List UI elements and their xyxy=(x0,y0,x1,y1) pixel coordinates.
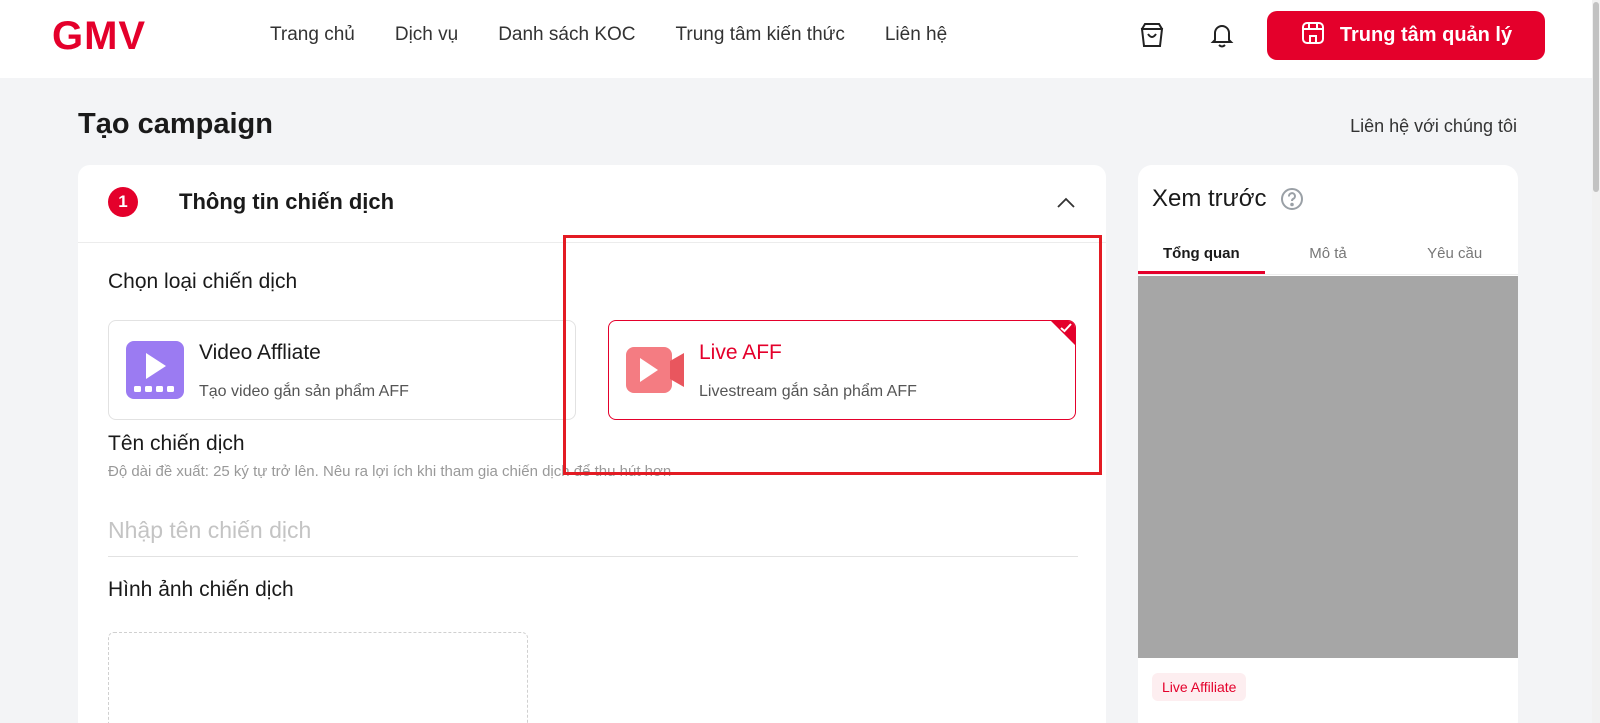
camera-play-icon xyxy=(624,339,686,401)
campaign-form-card: 1 Thông tin chiến dịch Chọn loại chiến d… xyxy=(78,165,1106,723)
shopping-bag-icon[interactable] xyxy=(1137,20,1167,50)
type-video-desc: Tạo video gắn sản phẩm AFF xyxy=(199,383,409,400)
type-video-title: Video Affliate xyxy=(199,341,321,364)
campaign-type-tag: Live Affiliate xyxy=(1152,673,1247,701)
tab-description[interactable]: Mô tả xyxy=(1265,233,1392,274)
question-circle-icon[interactable] xyxy=(1280,187,1304,211)
campaign-type-video[interactable]: Video Affliate Tạo video gắn sản phẩm AF… xyxy=(108,320,576,420)
campaign-name-input[interactable] xyxy=(108,505,1078,557)
preview-tabs: Tổng quan Mô tả Yêu cầu xyxy=(1138,233,1518,275)
campaign-name-hint: Độ dài đề xuất: 25 ký tự trở lên. Nêu ra… xyxy=(108,463,672,480)
step-number-badge: 1 xyxy=(108,187,138,217)
type-live-title: Live AFF xyxy=(699,341,782,364)
bell-icon[interactable] xyxy=(1207,20,1237,50)
scroll-thumb[interactable] xyxy=(1593,2,1599,192)
campaign-image-label: Hình ảnh chiến dịch xyxy=(108,578,294,601)
preview-image-placeholder xyxy=(1138,276,1518,658)
nav-home[interactable]: Trang chủ xyxy=(270,24,355,46)
step-header[interactable]: 1 Thông tin chiến dịch xyxy=(78,165,1106,243)
tab-requirements[interactable]: Yêu cầu xyxy=(1391,233,1518,274)
store-icon xyxy=(1300,20,1326,52)
campaign-name-label: Tên chiến dịch xyxy=(108,432,245,455)
step-title: Thông tin chiến dịch xyxy=(179,189,395,214)
campaign-type-live[interactable]: Live AFF Livestream gắn sản phẩm AFF xyxy=(608,320,1076,420)
top-header: GMV Trang chủ Dịch vụ Danh sách KOC Trun… xyxy=(0,0,1600,78)
manage-center-button[interactable]: Trung tâm quản lý xyxy=(1267,11,1545,60)
nav-services[interactable]: Dịch vụ xyxy=(395,24,458,46)
gmv-logo[interactable]: GMV xyxy=(52,14,146,59)
page-title: Tạo campaign xyxy=(78,108,273,140)
main-nav: Trang chủ Dịch vụ Danh sách KOC Trung tâ… xyxy=(270,24,947,46)
check-icon xyxy=(1060,323,1072,333)
manage-center-label: Trung tâm quản lý xyxy=(1339,24,1513,46)
nav-contact[interactable]: Liên hệ xyxy=(885,24,947,46)
preview-title: Xem trước xyxy=(1152,185,1267,212)
contact-us-link[interactable]: Liên hệ với chúng tôi xyxy=(1350,116,1517,137)
page-scrollbar[interactable] xyxy=(1592,0,1600,723)
type-live-desc: Livestream gắn sản phẩm AFF xyxy=(699,383,917,400)
nav-koc-list[interactable]: Danh sách KOC xyxy=(498,24,635,46)
nav-knowledge-center[interactable]: Trung tâm kiến thức xyxy=(676,24,845,46)
tab-overview[interactable]: Tổng quan xyxy=(1138,233,1265,274)
preview-card: Xem trước Tổng quan Mô tả Yêu cầu Live A… xyxy=(1138,165,1518,723)
image-upload-area[interactable] xyxy=(108,632,528,723)
chevron-up-icon[interactable] xyxy=(1054,191,1078,215)
video-play-icon xyxy=(124,339,186,401)
campaign-type-label: Chọn loại chiến dịch xyxy=(108,270,298,293)
